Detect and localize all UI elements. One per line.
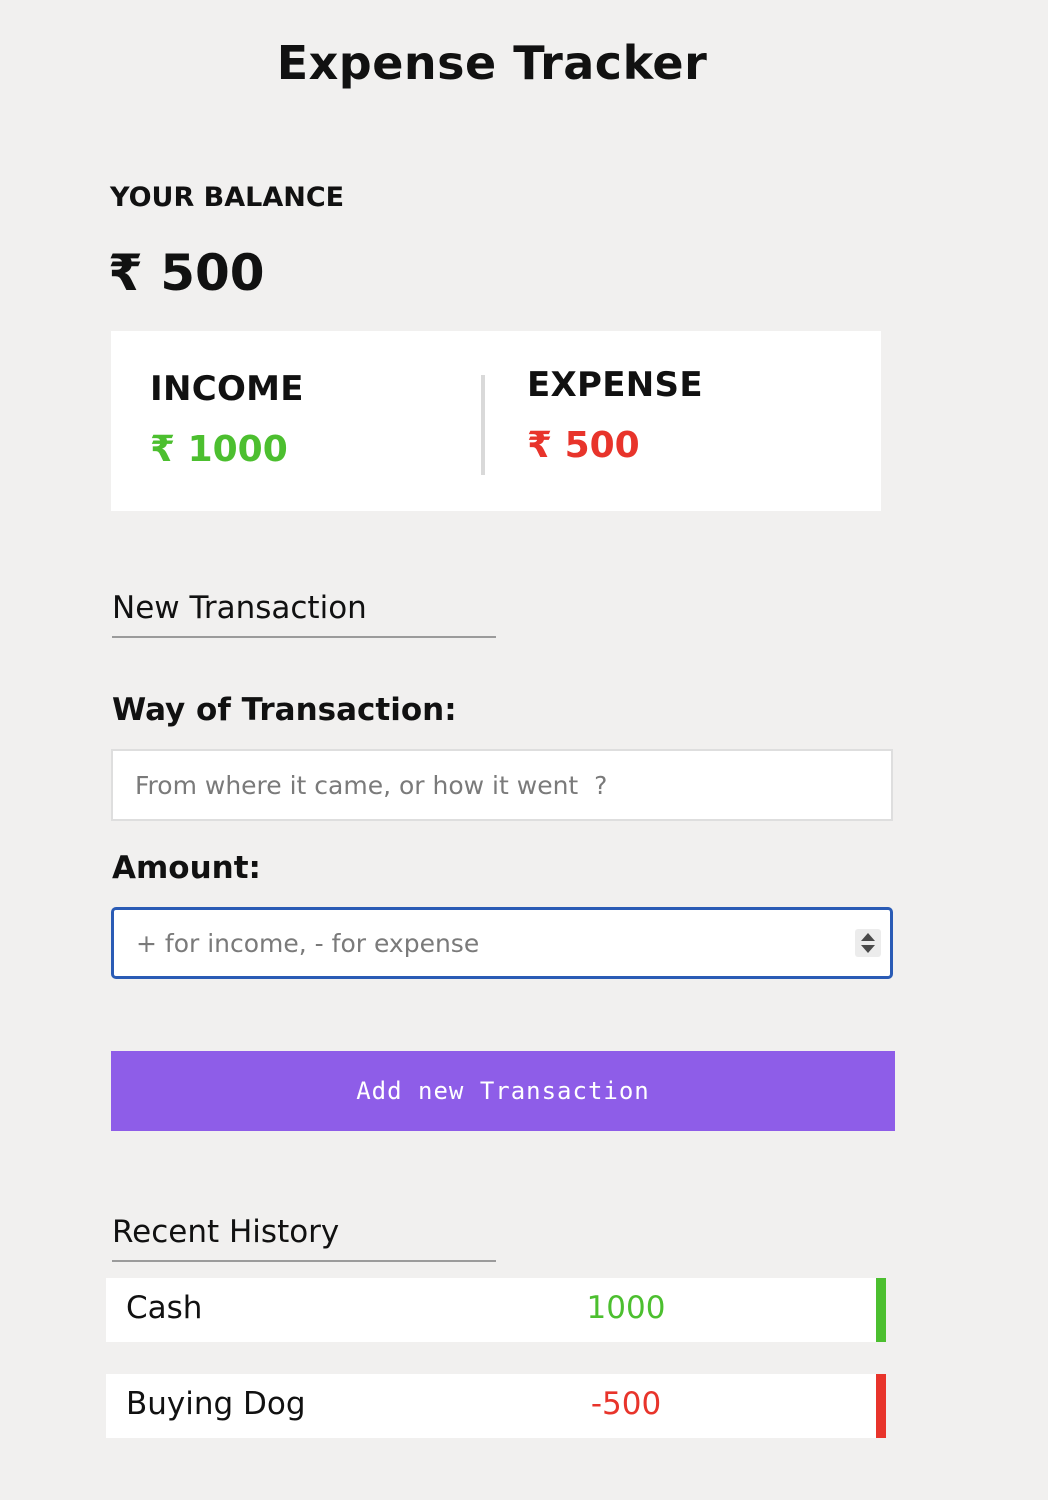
way-of-transaction-label: Way of Transaction: <box>112 692 457 728</box>
recent-history-heading: Recent History <box>112 1214 496 1262</box>
history-item-amount: -500 <box>590 1386 662 1422</box>
amount-field <box>111 907 893 979</box>
add-transaction-button[interactable]: Add new Transaction <box>111 1051 895 1131</box>
history-item-name: Buying Dog <box>126 1386 306 1422</box>
history-item-amount: 1000 <box>586 1290 666 1326</box>
amount-label: Amount: <box>112 850 261 886</box>
income-summary: INCOME ₹ 1000 <box>150 369 304 470</box>
stepper-up-icon[interactable] <box>861 933 875 941</box>
income-amount: ₹ 1000 <box>150 429 288 470</box>
amount-stepper[interactable] <box>855 929 881 957</box>
expense-label: EXPENSE <box>527 365 703 405</box>
history-item[interactable]: Cash 1000 <box>106 1278 886 1342</box>
expense-summary: EXPENSE ₹ 500 <box>527 365 703 466</box>
summary-divider <box>481 375 485 475</box>
expense-amount: ₹ 500 <box>527 425 640 466</box>
app-title: Expense Tracker <box>276 36 708 90</box>
balance-value: ₹ 500 <box>108 244 265 302</box>
balance-label: YOUR BALANCE <box>110 182 345 213</box>
stepper-down-icon[interactable] <box>861 945 875 953</box>
history-item-name: Cash <box>126 1290 203 1326</box>
income-expense-card: INCOME ₹ 1000 EXPENSE ₹ 500 <box>111 331 881 511</box>
amount-input[interactable] <box>111 907 893 979</box>
way-of-transaction-input[interactable] <box>111 749 893 821</box>
new-transaction-heading: New Transaction <box>112 590 496 638</box>
history-item[interactable]: Buying Dog -500 <box>106 1374 886 1438</box>
income-label: INCOME <box>150 369 304 409</box>
